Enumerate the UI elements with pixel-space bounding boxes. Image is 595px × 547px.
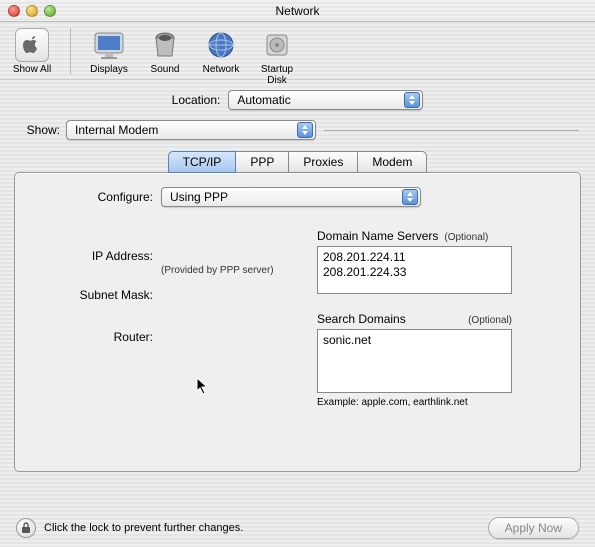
- location-label: Location:: [172, 93, 221, 107]
- chevron-up-down-icon: [297, 122, 313, 138]
- show-label: Show:: [14, 123, 60, 137]
- toolbar-displays[interactable]: Displays: [85, 28, 133, 75]
- disk-icon: [257, 28, 297, 62]
- toolbar-divider: [70, 28, 71, 74]
- separator-line: [324, 130, 579, 131]
- dns-servers-input[interactable]: 208.201.224.11 208.201.224.33: [317, 246, 512, 294]
- titlebar: Network: [0, 0, 595, 22]
- search-domains-input[interactable]: sonic.net: [317, 329, 512, 393]
- toolbar-label: Sound: [151, 64, 180, 75]
- lock-icon: [21, 522, 31, 534]
- toolbar-sound[interactable]: Sound: [141, 28, 189, 75]
- configure-select[interactable]: Using PPP: [161, 187, 421, 207]
- tab-ppp[interactable]: PPP: [235, 151, 289, 173]
- tcpip-panel: Configure: Using PPP IP Address: (Provid…: [14, 172, 581, 472]
- lock-text: Click the lock to prevent further change…: [44, 522, 243, 534]
- tab-bar: TCP/IP PPP Proxies Modem: [14, 150, 581, 172]
- router-label: Router:: [31, 328, 161, 344]
- search-domains-title: Search Domains: [317, 312, 406, 326]
- toolbar-startup-disk[interactable]: Startup Disk: [253, 28, 301, 86]
- globe-icon: [201, 28, 241, 62]
- show-value: Internal Modem: [75, 123, 158, 137]
- apply-now-button[interactable]: Apply Now: [488, 517, 579, 539]
- configure-label: Configure:: [31, 190, 161, 204]
- toolbar-label: Show All: [13, 64, 51, 75]
- dns-title: Domain Name Servers: [317, 229, 438, 243]
- show-select[interactable]: Internal Modem: [66, 120, 316, 140]
- chevron-up-down-icon: [402, 189, 418, 205]
- search-domains-optional: (Optional): [468, 315, 512, 326]
- configure-value: Using PPP: [170, 190, 228, 204]
- location-select[interactable]: Automatic: [228, 90, 423, 110]
- window-title: Network: [0, 4, 595, 18]
- speaker-icon: [145, 28, 185, 62]
- footer: Click the lock to prevent further change…: [0, 517, 595, 539]
- tab-tcpip[interactable]: TCP/IP: [168, 151, 237, 173]
- toolbar-show-all[interactable]: Show All: [8, 28, 56, 75]
- display-icon: [89, 28, 129, 62]
- toolbar-label: Displays: [90, 64, 128, 75]
- chevron-up-down-icon: [404, 92, 420, 108]
- toolbar-label: Network: [203, 64, 240, 75]
- dns-optional: (Optional): [444, 232, 488, 243]
- toolbar-label: Startup Disk: [253, 64, 301, 86]
- toolbar-network[interactable]: Network: [197, 28, 245, 75]
- tab-proxies[interactable]: Proxies: [288, 151, 358, 173]
- ip-address-label: IP Address:: [31, 247, 161, 263]
- location-value: Automatic: [237, 93, 290, 107]
- lock-button[interactable]: [16, 518, 36, 538]
- ip-provided-note: (Provided by PPP server): [161, 265, 311, 276]
- subnet-mask-label: Subnet Mask:: [31, 286, 161, 302]
- search-domains-example: Example: apple.com, earthlink.net: [317, 397, 564, 408]
- toolbar: Show All Displays Sound Network Startup …: [0, 22, 595, 80]
- tab-modem[interactable]: Modem: [357, 151, 427, 173]
- apple-prefs-icon: [15, 28, 49, 62]
